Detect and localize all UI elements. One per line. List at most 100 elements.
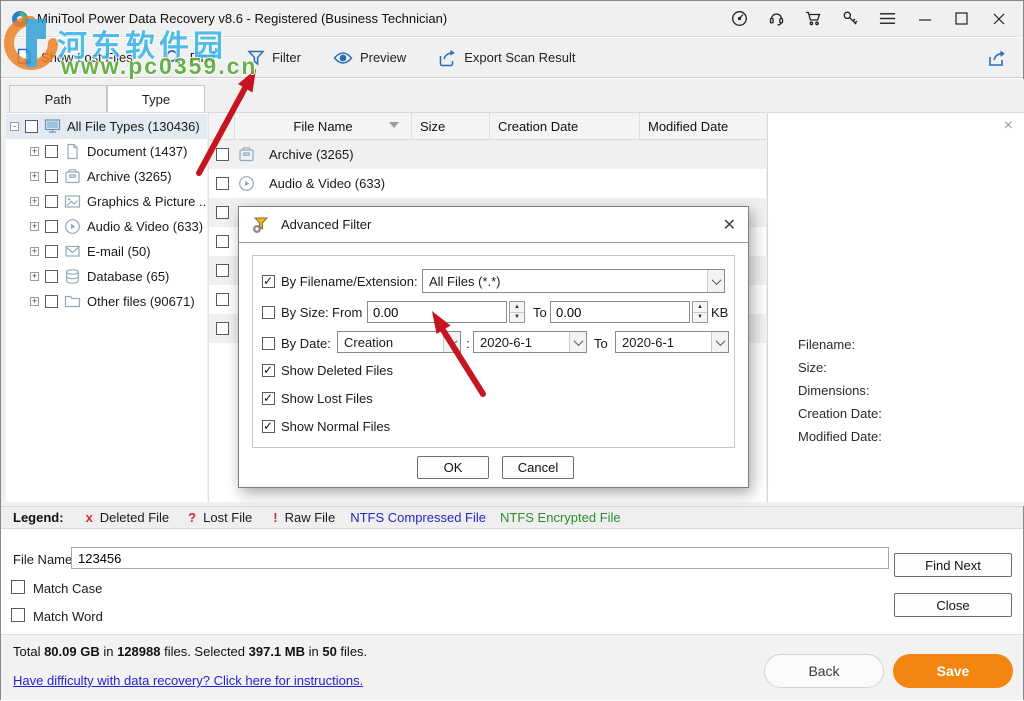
size-from-input[interactable]	[367, 301, 507, 323]
table-row[interactable]: Audio & Video (633)	[209, 169, 766, 198]
checkbox[interactable]	[216, 322, 229, 335]
date-to-dropdown[interactable]: 2020-6-1	[615, 331, 729, 353]
show-deleted-checkbox[interactable]	[262, 364, 275, 377]
find-label: Find	[190, 50, 215, 65]
tree-item-database[interactable]: + Database (65)	[6, 264, 207, 289]
close-button[interactable]: Close	[894, 593, 1012, 617]
filter-button[interactable]: Filter	[247, 49, 301, 67]
expand-icon[interactable]: +	[30, 172, 39, 181]
expand-icon[interactable]: +	[30, 197, 39, 206]
help-link[interactable]: Have difficulty with data recovery? Clic…	[13, 673, 363, 688]
expand-icon[interactable]: +	[30, 297, 39, 306]
license-key-icon[interactable]	[842, 10, 859, 27]
size-to-input[interactable]	[550, 301, 690, 323]
app-window: { "window": { "title": "MiniTool Power D…	[0, 0, 1024, 700]
table-header: File Name Size Creation Date Modified Da…	[209, 113, 766, 140]
expand-icon[interactable]: +	[30, 222, 39, 231]
show-lost-files-button[interactable]: Show Lost Files	[15, 48, 133, 67]
expand-icon[interactable]: +	[30, 147, 39, 156]
column-label: Creation Date	[498, 119, 578, 134]
ok-button[interactable]: OK	[417, 456, 489, 479]
export-scan-result-button[interactable]: Export Scan Result	[438, 48, 575, 67]
sort-descending-icon	[389, 122, 399, 128]
cancel-button[interactable]: Cancel	[502, 456, 574, 479]
match-case-checkbox[interactable]	[11, 580, 25, 594]
tab-type[interactable]: Type	[107, 85, 205, 113]
checkbox[interactable]	[45, 170, 58, 183]
spin-down-icon[interactable]: ▼	[510, 313, 524, 323]
filename-filter-dropdown[interactable]: All Files (*.*)	[422, 269, 725, 293]
legend-raw-file: ! Raw File	[273, 510, 335, 525]
size-to-stepper[interactable]: ▲▼	[692, 301, 708, 323]
raw-mark: !	[273, 510, 277, 525]
tree-item-email[interactable]: + E-mail (50)	[6, 239, 207, 264]
toolbar: Show Lost Files Find Filter Preview Expo…	[1, 38, 1023, 78]
tree-item-document[interactable]: + Document (1437)	[6, 139, 207, 164]
show-normal-checkbox[interactable]	[262, 420, 275, 433]
tree-item-label: Document (1437)	[87, 144, 187, 159]
match-word-checkbox[interactable]	[11, 608, 25, 622]
column-modified-date[interactable]: Modified Date	[640, 113, 766, 139]
by-size-checkbox[interactable]	[262, 306, 275, 319]
close-panel-icon[interactable]: ×	[1004, 118, 1013, 134]
checkbox[interactable]	[216, 264, 229, 277]
tree-item-label: Other files (90671)	[87, 294, 195, 309]
column-creation-date[interactable]: Creation Date	[490, 113, 640, 139]
preview-button[interactable]: Preview	[333, 50, 406, 66]
find-button[interactable]: Find	[165, 49, 215, 67]
tree-item-all-file-types[interactable]: - All File Types (130436)	[6, 114, 207, 139]
checkbox[interactable]	[45, 270, 58, 283]
checkbox[interactable]	[45, 220, 58, 233]
performance-booster-icon[interactable]	[731, 10, 748, 27]
tree-item-label: Graphics & Picture ...	[87, 194, 207, 209]
cart-icon[interactable]	[805, 10, 822, 27]
share-button[interactable]	[987, 48, 1007, 68]
checkbox[interactable]	[216, 235, 229, 248]
date-field-dropdown[interactable]: Creation	[337, 331, 461, 353]
chevron-down-icon	[711, 332, 728, 352]
tree-item-graphics-picture[interactable]: + Graphics & Picture ...	[6, 189, 207, 214]
support-headset-icon[interactable]	[768, 10, 785, 27]
checkbox[interactable]	[45, 295, 58, 308]
spin-up-icon[interactable]: ▲	[510, 302, 524, 313]
checkbox[interactable]	[25, 120, 38, 133]
column-file-name[interactable]: File Name	[235, 113, 412, 139]
expand-icon[interactable]: +	[30, 272, 39, 281]
tab-path[interactable]: Path	[9, 85, 107, 113]
save-button[interactable]: Save	[893, 654, 1013, 688]
minimize-icon[interactable]	[916, 10, 933, 27]
spin-down-icon[interactable]: ▼	[693, 313, 707, 323]
tree-item-other-files[interactable]: + Other files (90671)	[6, 289, 207, 314]
file-name-input[interactable]	[71, 547, 889, 569]
details-panel: × Filename: Size: Dimensions: Creation D…	[767, 112, 1024, 502]
table-row[interactable]: Archive (3265)	[209, 140, 766, 169]
checkbox[interactable]	[216, 293, 229, 306]
spin-up-icon[interactable]: ▲	[693, 302, 707, 313]
tree-item-label: All File Types (130436)	[67, 119, 200, 134]
checkbox[interactable]	[216, 206, 229, 219]
maximize-icon[interactable]	[953, 10, 970, 27]
size-from-stepper[interactable]: ▲▼	[509, 301, 525, 323]
by-date-checkbox[interactable]	[262, 337, 275, 350]
checkbox[interactable]	[45, 195, 58, 208]
column-size[interactable]: Size	[412, 113, 490, 139]
close-icon[interactable]	[990, 10, 1007, 27]
by-date-row: By Date: Creation : 2020-6-1 To 2020-6-1	[253, 331, 734, 355]
by-filename-checkbox[interactable]	[262, 275, 275, 288]
legend-ntfs-compressed: NTFS Compressed File	[350, 510, 486, 525]
app-icon	[11, 10, 29, 28]
checkbox[interactable]	[216, 148, 229, 161]
find-next-button[interactable]: Find Next	[894, 553, 1012, 577]
expand-icon[interactable]: +	[30, 247, 39, 256]
checkbox[interactable]	[45, 145, 58, 158]
date-from-dropdown[interactable]: 2020-6-1	[473, 331, 587, 353]
checkbox[interactable]	[45, 245, 58, 258]
show-lost-checkbox[interactable]	[262, 392, 275, 405]
checkbox[interactable]	[216, 177, 229, 190]
tree-item-archive[interactable]: + Archive (3265)	[6, 164, 207, 189]
back-button[interactable]: Back	[764, 654, 884, 688]
collapse-icon[interactable]: -	[10, 122, 19, 131]
tree-item-audio-video[interactable]: + Audio & Video (633)	[6, 214, 207, 239]
menu-icon[interactable]	[879, 10, 896, 27]
dialog-close-icon[interactable]: ✕	[723, 215, 736, 235]
